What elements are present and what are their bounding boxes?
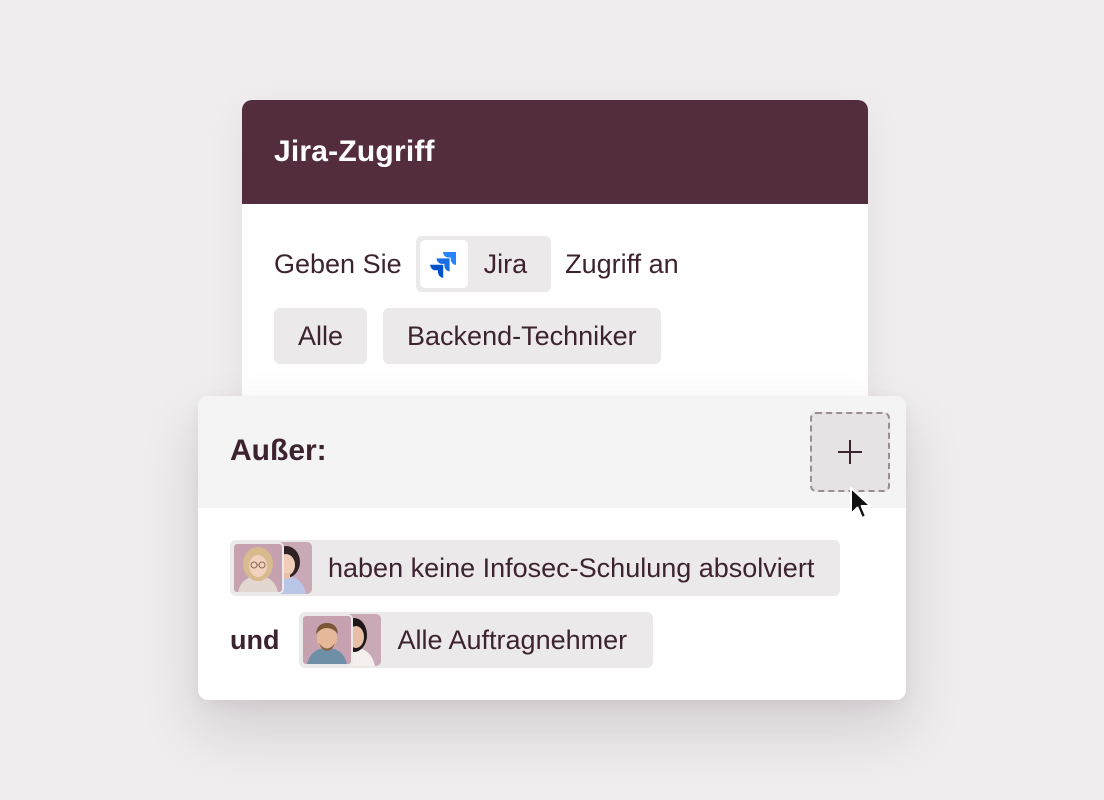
group-chip-backend-techniker[interactable]: Backend-Techniker	[383, 308, 661, 364]
add-exception-button[interactable]	[810, 412, 890, 492]
jira-logo-icon	[419, 240, 468, 288]
avatar	[301, 614, 354, 666]
group-chips: Alle Backend-Techniker	[274, 308, 661, 364]
sentence-prefix: Geben Sie	[274, 248, 402, 279]
plus-icon	[838, 440, 862, 464]
exceptions-card: Außer: haben keine Infosec-Schulung abso…	[198, 396, 906, 700]
exception-row-infosec: haben keine Infosec-Schulung absolviert	[230, 540, 841, 596]
mouse-cursor-icon	[850, 487, 872, 519]
rule-header: Jira-Zugriff	[242, 100, 868, 204]
exceptions-header: Außer:	[198, 396, 906, 508]
exception-label: Alle Auftragnehmer	[397, 624, 628, 655]
sentence-suffix: Zugriff an	[565, 248, 679, 279]
exception-chip-contractors[interactable]: Alle Auftragnehmer	[299, 612, 654, 668]
avatar-stack	[232, 542, 312, 594]
exceptions-title: Außer:	[230, 434, 327, 467]
rule-title: Jira-Zugriff	[274, 135, 435, 168]
connector-und: und	[230, 624, 280, 655]
jira-access-rule-card: Jira-Zugriff Geben Sie Jira Zugriff an A…	[242, 100, 868, 440]
avatar-stack	[301, 614, 382, 666]
group-chip-alle[interactable]: Alle	[274, 308, 368, 364]
rule-sentence: Geben Sie Jira Zugriff an	[274, 236, 679, 292]
avatar	[232, 542, 284, 594]
exception-chip-infosec[interactable]: haben keine Infosec-Schulung absolviert	[230, 540, 841, 596]
exception-label: haben keine Infosec-Schulung absolviert	[328, 552, 815, 583]
exception-row-contractors: und Alle Auftragnehmer	[230, 612, 654, 668]
app-chip-jira[interactable]: Jira	[415, 236, 552, 292]
app-chip-label: Jira	[483, 248, 528, 279]
